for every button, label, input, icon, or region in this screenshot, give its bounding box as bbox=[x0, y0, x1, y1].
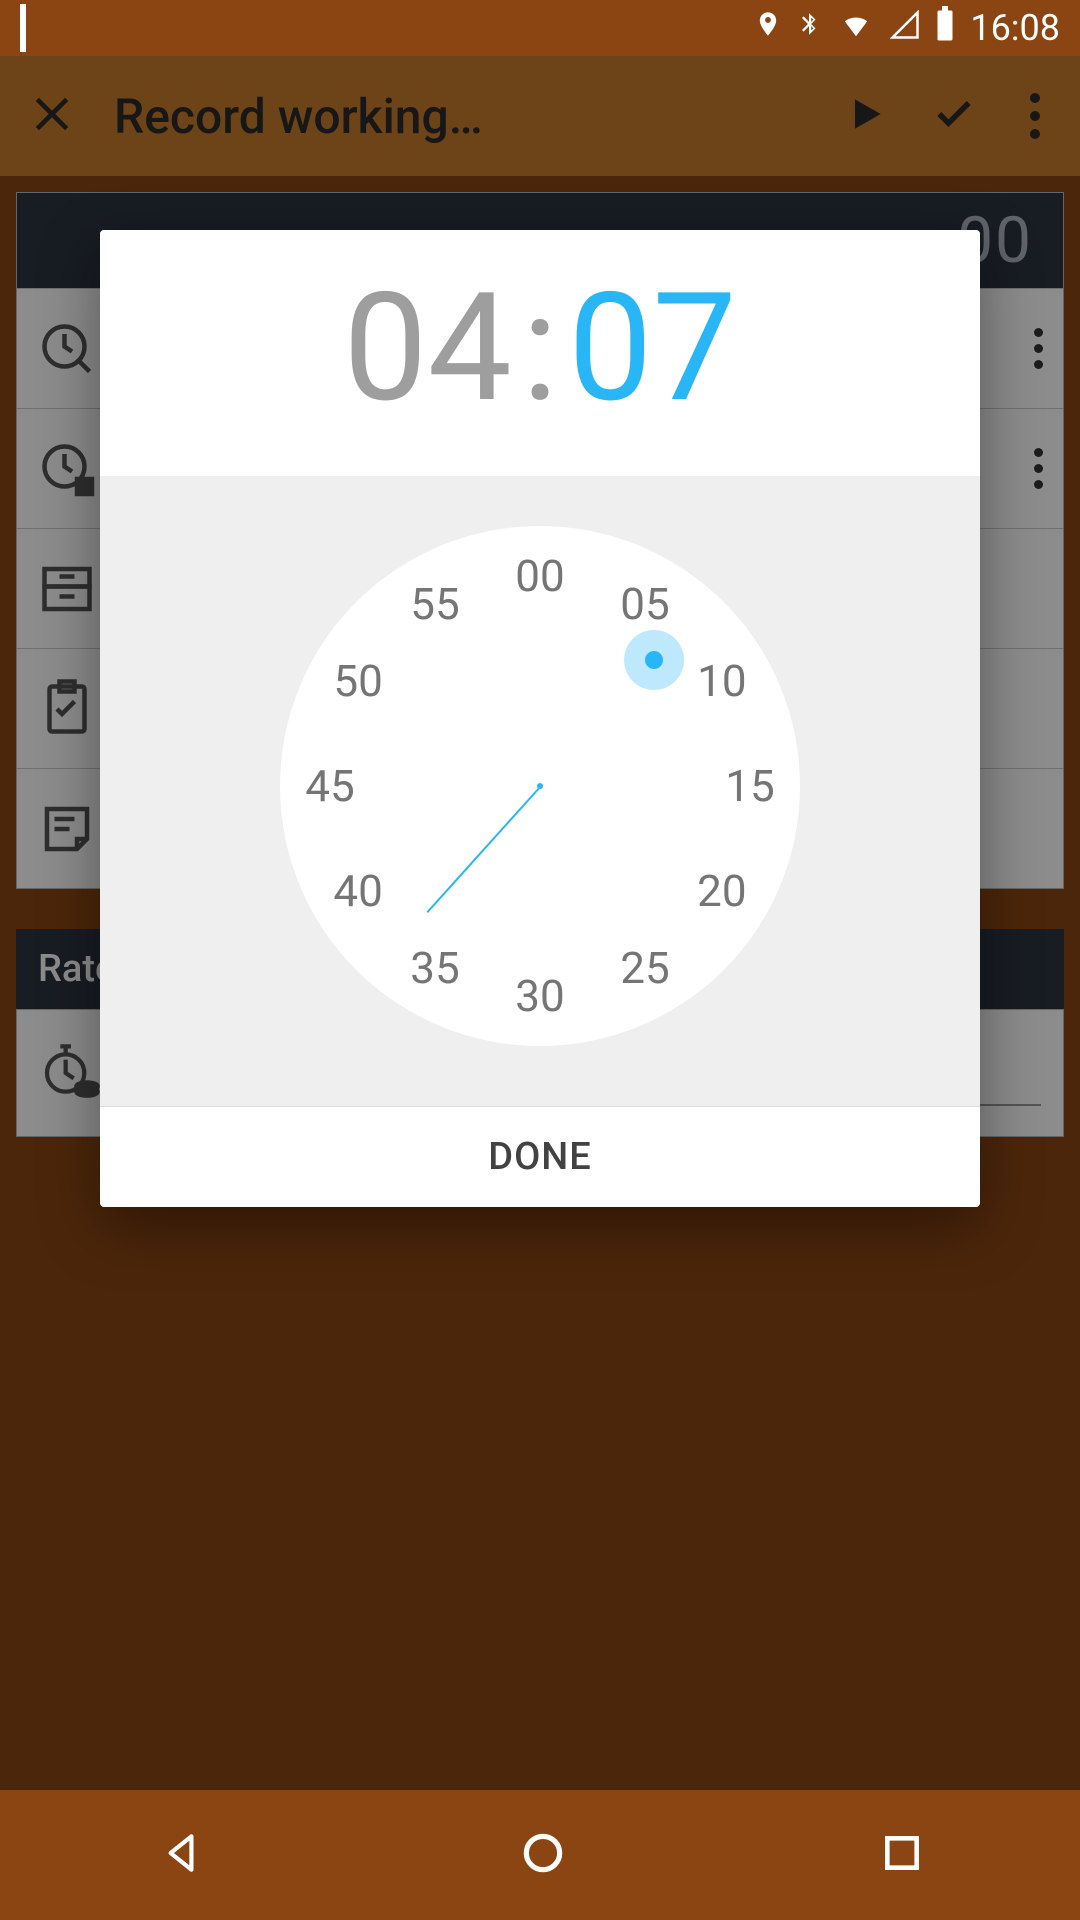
time-picker-dialog: 04:07 00 0510 15 2025 30 3540 45 5055 DONE bbox=[100, 230, 980, 1207]
clock-tick-30[interactable]: 30 bbox=[505, 970, 575, 1022]
clock-tick-00[interactable]: 00 bbox=[505, 550, 575, 602]
clock-tick-45[interactable]: 45 bbox=[295, 760, 365, 812]
cell-icon bbox=[890, 7, 920, 49]
clock-tick-20[interactable]: 20 bbox=[687, 865, 757, 917]
navigation-bar bbox=[0, 1790, 1080, 1920]
clock-tick-05[interactable]: 05 bbox=[610, 578, 680, 630]
clock-tick-25[interactable]: 25 bbox=[610, 942, 680, 994]
hours-value[interactable]: 04 bbox=[343, 260, 512, 436]
done-button[interactable]: DONE bbox=[100, 1106, 980, 1207]
home-icon[interactable] bbox=[518, 1828, 568, 1882]
back-icon[interactable] bbox=[156, 1828, 206, 1882]
recents-icon[interactable] bbox=[880, 1831, 924, 1879]
clock-tick-35[interactable]: 35 bbox=[400, 942, 470, 994]
picture-icon bbox=[20, 7, 26, 49]
clock-face[interactable]: 00 0510 15 2025 30 3540 45 5055 bbox=[280, 526, 800, 1046]
time-display: 04:07 bbox=[100, 230, 980, 476]
clock-tick-40[interactable]: 40 bbox=[323, 865, 393, 917]
battery-icon bbox=[934, 6, 956, 51]
bluetooth-icon bbox=[796, 5, 822, 52]
clock-tick-10[interactable]: 10 bbox=[687, 655, 757, 707]
status-time: 16:08 bbox=[970, 7, 1060, 49]
minutes-value[interactable]: 07 bbox=[568, 260, 737, 436]
clock-hand bbox=[427, 785, 542, 913]
clock-hand-knob[interactable] bbox=[624, 630, 684, 690]
wifi-icon bbox=[836, 7, 876, 49]
clock-tick-50[interactable]: 50 bbox=[323, 655, 393, 707]
status-bar: 16:08 bbox=[0, 0, 1080, 56]
location-icon bbox=[754, 6, 782, 51]
clock-tick-15[interactable]: 15 bbox=[715, 760, 785, 812]
clock-tick-55[interactable]: 55 bbox=[400, 578, 470, 630]
